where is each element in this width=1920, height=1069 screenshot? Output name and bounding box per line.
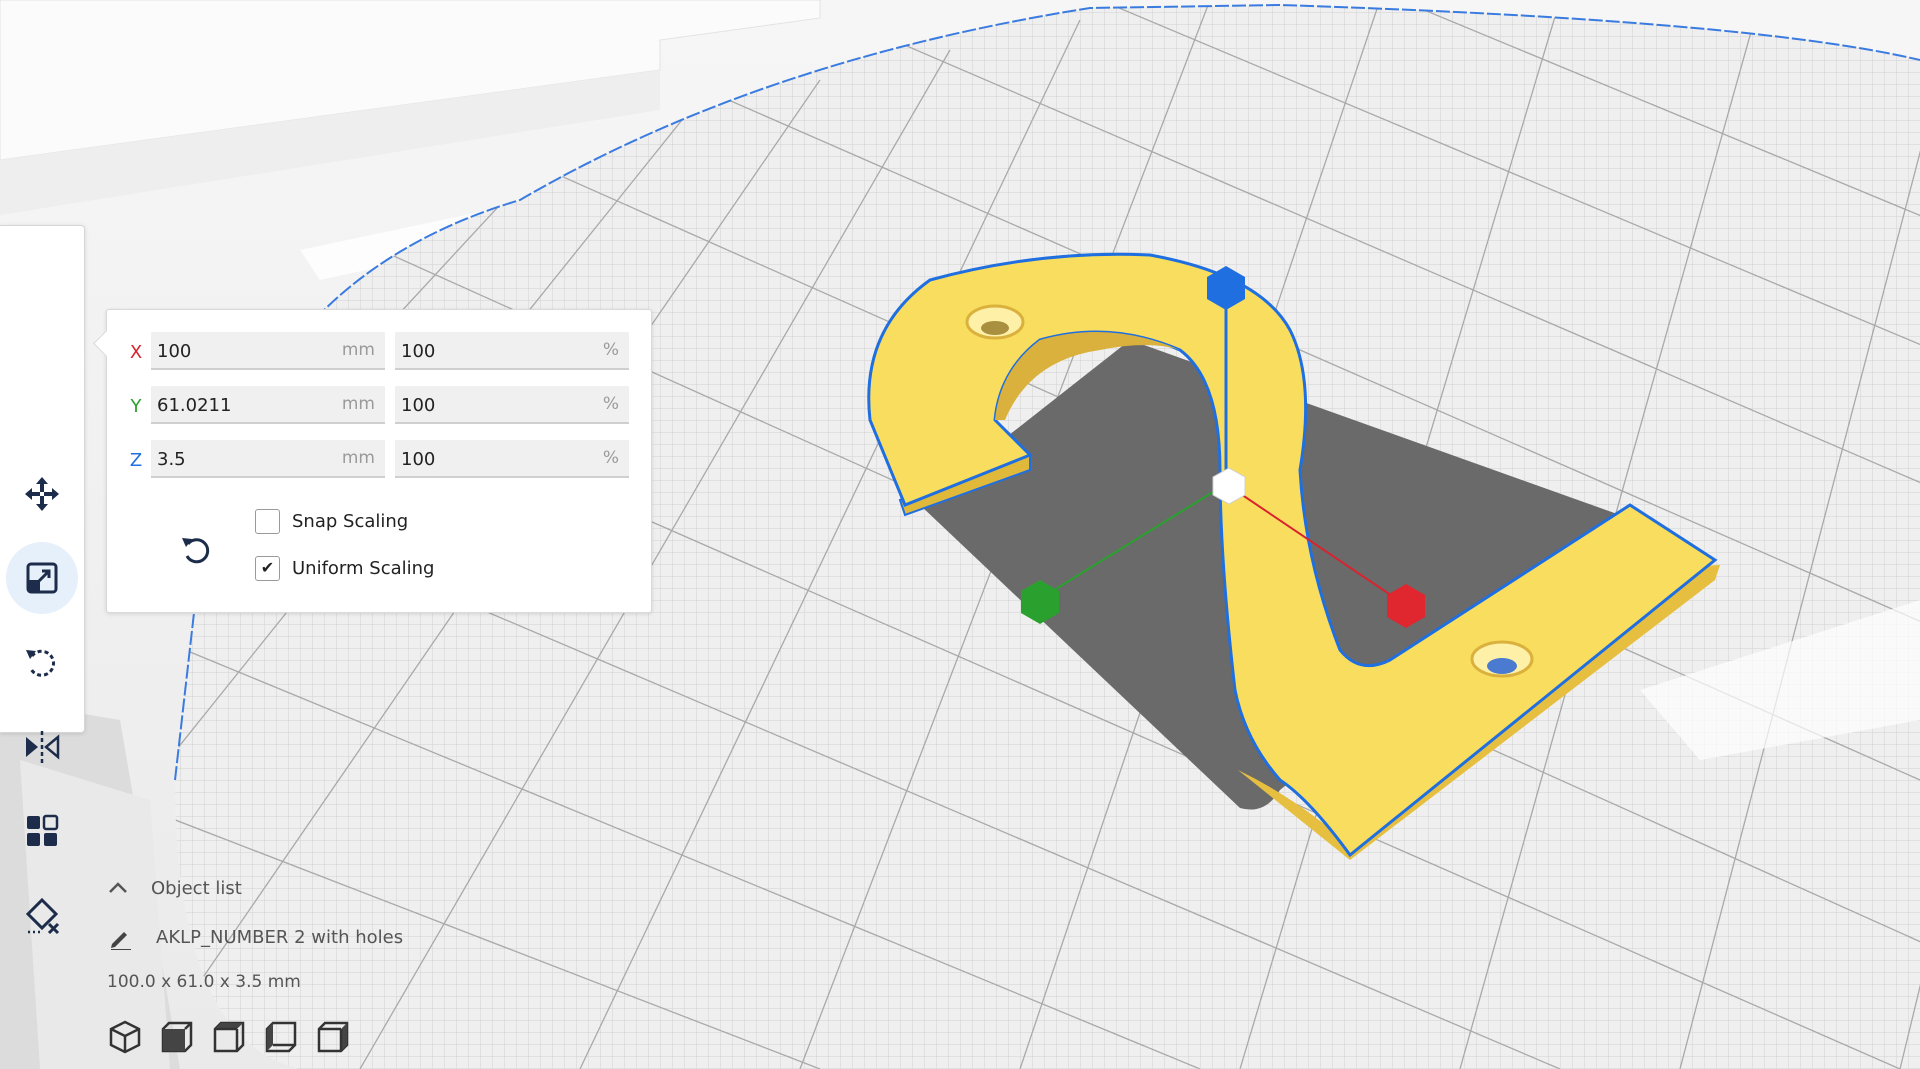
- move-icon: [25, 477, 59, 511]
- object-list-title: Object list: [151, 877, 242, 899]
- support-blocker-button[interactable]: [6, 880, 78, 952]
- view-top-button[interactable]: [211, 1015, 263, 1059]
- axis-z-label: Z: [129, 450, 143, 471]
- mirror-icon: [26, 731, 60, 763]
- reset-scale-button[interactable]: [169, 522, 225, 578]
- cube-left-icon: [265, 1021, 297, 1053]
- z-percent-input[interactable]: 100 %: [395, 440, 629, 478]
- y-percent-unit: %: [602, 394, 619, 414]
- view-right-button[interactable]: [315, 1015, 367, 1059]
- snap-scaling-box[interactable]: [255, 508, 280, 534]
- view-left-button[interactable]: [263, 1015, 315, 1059]
- snap-scaling-label: Snap Scaling: [292, 510, 409, 532]
- view-orientation-buttons: [107, 1015, 367, 1059]
- object-name-row: AKLP_NUMBER 2 with holes: [108, 924, 403, 950]
- per-model-settings-icon: [27, 814, 59, 846]
- z-mm-value: 3.5: [157, 449, 186, 470]
- scale-panel: X 100 mm 100 % Y 61.0211 mm 100 % Z 3.5 …: [93, 309, 652, 613]
- x-percent-value: 100: [401, 341, 436, 362]
- rotate-tool-button[interactable]: [6, 626, 78, 698]
- axis-x-label: X: [129, 342, 143, 363]
- scale-icon: [26, 562, 58, 594]
- uniform-scaling-checkbox[interactable]: ✔ Uniform Scaling: [255, 553, 434, 583]
- cube-top-icon: [213, 1021, 245, 1053]
- mirror-tool-button[interactable]: [6, 711, 78, 783]
- object-list-toggle[interactable]: Object list: [105, 876, 242, 900]
- axis-y-label: Y: [130, 396, 142, 417]
- y-percent-value: 100: [401, 395, 436, 416]
- cube-right-icon: [317, 1021, 349, 1053]
- move-tool-button[interactable]: [6, 458, 78, 530]
- y-mm-value: 61.0211: [157, 395, 232, 416]
- rotate-icon: [26, 649, 56, 677]
- checkmark-icon: ✔: [260, 558, 275, 577]
- reset-icon: [182, 538, 210, 564]
- object-dimensions: 100.0 x 61.0 x 3.5 mm: [107, 972, 301, 992]
- z-mm-input[interactable]: 3.5 mm: [151, 440, 385, 478]
- support-blocker-icon: [25, 897, 60, 935]
- per-model-settings-button[interactable]: [6, 795, 78, 867]
- y-mm-unit: mm: [341, 394, 375, 414]
- view-front-button[interactable]: [159, 1015, 211, 1059]
- cube-3d-icon: [109, 1020, 141, 1054]
- view-3d-button[interactable]: [107, 1015, 159, 1059]
- scale-tool-button[interactable]: [6, 542, 78, 614]
- pencil-icon[interactable]: [108, 924, 134, 950]
- x-percent-unit: %: [602, 340, 619, 360]
- snap-scaling-checkbox[interactable]: Snap Scaling: [255, 506, 408, 536]
- uniform-scaling-box[interactable]: ✔: [255, 555, 280, 581]
- y-percent-input[interactable]: 100 %: [395, 386, 629, 424]
- z-percent-value: 100: [401, 449, 436, 470]
- z-percent-unit: %: [602, 448, 619, 468]
- uniform-scaling-label: Uniform Scaling: [292, 557, 435, 579]
- tool-panel: [0, 225, 85, 935]
- x-mm-unit: mm: [341, 340, 375, 360]
- z-mm-unit: mm: [341, 448, 375, 468]
- x-mm-input[interactable]: 100 mm: [151, 332, 385, 370]
- object-name: AKLP_NUMBER 2 with holes: [156, 926, 404, 948]
- cube-front-icon: [161, 1021, 193, 1053]
- x-mm-value: 100: [157, 341, 192, 362]
- y-mm-input[interactable]: 61.0211 mm: [151, 386, 385, 424]
- chevron-up-icon: [109, 882, 127, 893]
- x-percent-input[interactable]: 100 %: [395, 332, 629, 370]
